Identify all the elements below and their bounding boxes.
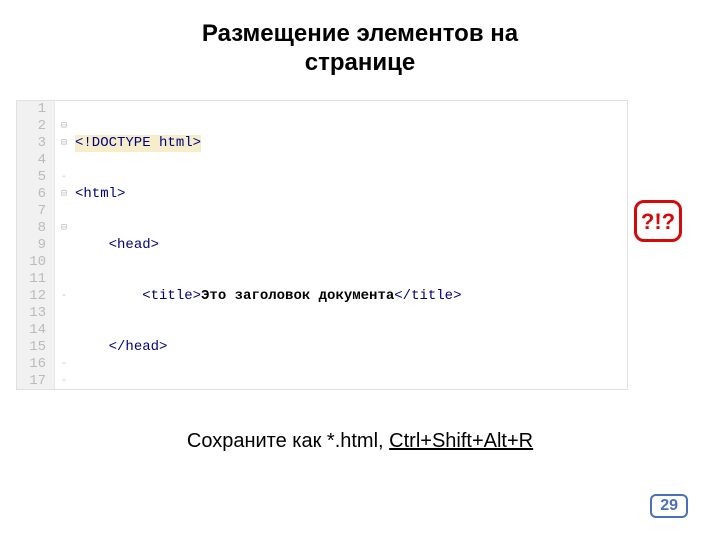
fold-mark[interactable] <box>55 339 73 356</box>
code-editor-panel: 1234567891011121314151617 ⊟⊟-⊟⊟--- <!DOC… <box>16 100 628 390</box>
fold-mark[interactable] <box>55 254 73 271</box>
fold-mark[interactable]: - <box>55 356 73 373</box>
slide-title: Размещение элементов на странице <box>0 0 720 78</box>
fold-mark[interactable] <box>55 101 73 118</box>
page-number-badge: 29 <box>650 494 688 518</box>
footer-instruction: Сохраните как *.html, Ctrl+Shift+Alt+R <box>0 430 720 453</box>
line-number: 15 <box>17 339 46 356</box>
keyboard-shortcut: Ctrl+Shift+Alt+R <box>389 430 533 452</box>
code-token: <head> <box>109 237 159 253</box>
line-number-gutter: 1234567891011121314151617 <box>17 101 55 389</box>
line-number: 3 <box>17 135 46 152</box>
code-area: <!DOCTYPE html> <html> <head> <title>Это… <box>73 101 627 389</box>
fold-mark[interactable] <box>55 203 73 220</box>
code-token: <!DOCTYPE html> <box>75 135 201 151</box>
line-number: 16 <box>17 356 46 373</box>
line-number: 13 <box>17 305 46 322</box>
fold-mark[interactable] <box>55 305 73 322</box>
line-number: 5 <box>17 169 46 186</box>
title-line-1: Размещение элементов на <box>202 20 518 47</box>
fold-mark[interactable] <box>55 322 73 339</box>
code-token: </head> <box>109 339 168 355</box>
fold-mark[interactable]: - <box>55 373 73 390</box>
fold-mark[interactable]: - <box>55 169 73 186</box>
code-text: Это заголовок документа <box>201 288 394 304</box>
code-token: </title> <box>394 288 461 304</box>
title-line-2: странице <box>305 49 415 76</box>
line-number: 4 <box>17 152 46 169</box>
line-number: 10 <box>17 254 46 271</box>
fold-mark[interactable]: ⊟ <box>55 118 73 135</box>
line-number: 1 <box>17 101 46 118</box>
fold-mark[interactable] <box>55 237 73 254</box>
fold-mark[interactable]: ⊟ <box>55 135 73 152</box>
footer-prefix: Сохраните как *.html, <box>187 430 389 452</box>
code-token: <title> <box>142 288 201 304</box>
fold-gutter: ⊟⊟-⊟⊟--- <box>55 101 73 389</box>
line-number: 2 <box>17 118 46 135</box>
attention-callout: ?!? <box>634 200 682 242</box>
fold-mark[interactable]: ⊟ <box>55 186 73 203</box>
line-number: 6 <box>17 186 46 203</box>
line-number: 9 <box>17 237 46 254</box>
line-number: 17 <box>17 373 46 390</box>
code-token: <html> <box>75 186 125 202</box>
fold-mark[interactable]: ⊟ <box>55 220 73 237</box>
line-number: 7 <box>17 203 46 220</box>
line-number: 14 <box>17 322 46 339</box>
fold-mark[interactable] <box>55 271 73 288</box>
fold-mark[interactable] <box>55 152 73 169</box>
line-number: 11 <box>17 271 46 288</box>
line-number: 8 <box>17 220 46 237</box>
fold-mark[interactable]: - <box>55 288 73 305</box>
line-number: 12 <box>17 288 46 305</box>
